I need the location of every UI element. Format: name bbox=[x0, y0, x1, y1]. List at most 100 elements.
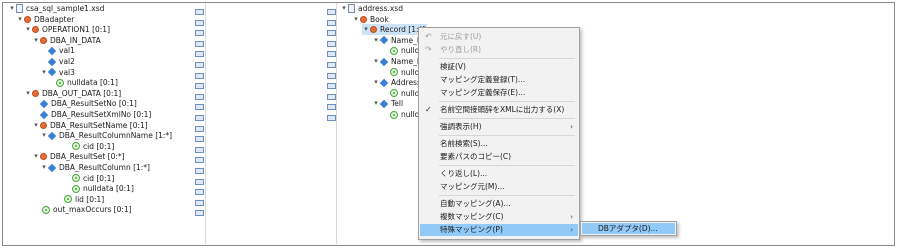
expand-down-icon[interactable]: ▾ bbox=[16, 14, 24, 25]
expand-down-icon[interactable]: ▾ bbox=[340, 3, 348, 14]
tree-row[interactable]: ▾ DBA_IN_DATA bbox=[32, 35, 100, 46]
element-icon bbox=[47, 131, 57, 140]
mapping-port[interactable] bbox=[195, 72, 204, 79]
menu-item-auto-mapping[interactable]: 自動マッピング(A)... bbox=[420, 198, 578, 210]
mapping-port[interactable] bbox=[195, 104, 204, 111]
mapping-port[interactable] bbox=[327, 40, 336, 47]
mapping-port[interactable] bbox=[327, 51, 336, 58]
tree-row[interactable]: ▾ val3 bbox=[40, 67, 75, 78]
mapping-port[interactable] bbox=[195, 62, 204, 68]
mapping-port[interactable] bbox=[195, 146, 204, 153]
tree-row[interactable]: ▾ DBA_ResultSet [0:*] bbox=[32, 151, 124, 162]
mapping-port[interactable] bbox=[327, 9, 336, 15]
mapping-port[interactable] bbox=[327, 19, 336, 26]
tree-row[interactable]: ▾ Tell bbox=[372, 98, 403, 109]
element-group-icon bbox=[32, 89, 39, 97]
file-name-label: address.xsd bbox=[358, 4, 403, 13]
menu-item-mapping-source[interactable]: マッピング元(M)... bbox=[420, 181, 578, 193]
tree-row-file[interactable]: ▾ csa_sql_sample1.xsd bbox=[8, 3, 104, 14]
menu-item-highlight[interactable]: 強調表示(H) › bbox=[420, 121, 578, 133]
tree-row[interactable]: cid [0:1] bbox=[72, 173, 114, 184]
mapping-port[interactable] bbox=[195, 125, 204, 132]
tree-row[interactable]: ▾ DBA_ResultColumnName [1:*] bbox=[40, 130, 172, 141]
expand-down-icon[interactable]: ▾ bbox=[32, 151, 40, 162]
menu-separator bbox=[439, 165, 575, 166]
attribute-icon bbox=[72, 142, 80, 151]
tree-row[interactable]: DBA_ResultSetXmlNo [0:1] bbox=[39, 109, 151, 120]
menu-item-repeat[interactable]: くり返し(L)... bbox=[420, 168, 578, 180]
mapping-port[interactable] bbox=[195, 115, 204, 121]
menu-item-search-name[interactable]: 名前検索(S)... bbox=[420, 138, 578, 150]
menu-item-label: 強調表示(H) bbox=[440, 122, 482, 131]
menu-item-undo[interactable]: ↶ 元に戻す(U) bbox=[420, 31, 578, 43]
mapping-port[interactable] bbox=[195, 83, 204, 90]
tree-row[interactable]: val1 bbox=[47, 45, 75, 56]
element-icon bbox=[39, 99, 49, 109]
mapping-port[interactable] bbox=[195, 136, 204, 143]
tree-row[interactable]: ▾ Address bbox=[372, 77, 421, 88]
mapping-port[interactable] bbox=[195, 40, 204, 47]
menu-item-db-adapter[interactable]: DBアダプタ(D)... bbox=[582, 223, 675, 234]
tree-row-file[interactable]: ▾ address.xsd bbox=[340, 3, 403, 14]
mapping-port[interactable] bbox=[327, 62, 336, 68]
mapping-port[interactable] bbox=[195, 157, 204, 164]
menu-item-multi-mapping[interactable]: 複数マッピング(C) › bbox=[420, 211, 578, 223]
tree-row[interactable]: DBA_ResultSetNo [0:1] bbox=[39, 98, 137, 109]
expand-down-icon[interactable]: ▾ bbox=[8, 3, 16, 14]
mapping-port[interactable] bbox=[195, 199, 204, 206]
mapping-port[interactable] bbox=[327, 30, 336, 37]
menu-item-output-namespace-prefix[interactable]: ✓ 名前空間接頭辞をXMLに出力する(X) bbox=[420, 104, 578, 116]
tree-row[interactable]: val2 bbox=[47, 56, 75, 67]
element-group-icon bbox=[360, 15, 367, 23]
tree-row[interactable]: cid [0:1] bbox=[72, 141, 114, 152]
expand-down-icon[interactable]: ▾ bbox=[40, 67, 48, 78]
menu-item-special-mapping[interactable]: 特殊マッピング(P) › bbox=[420, 224, 578, 236]
element-group-icon bbox=[24, 15, 31, 23]
tree-row-dbadapter[interactable]: ▾ DBadapter bbox=[16, 14, 74, 25]
menu-item-save-definition[interactable]: マッピング定義保存(E)... bbox=[420, 87, 578, 99]
mapping-port[interactable] bbox=[327, 72, 336, 79]
attribute-icon bbox=[390, 68, 398, 77]
menu-item-register-definition[interactable]: マッピング定義登録(T)... bbox=[420, 74, 578, 86]
mapping-port[interactable] bbox=[195, 93, 204, 100]
mapping-port[interactable] bbox=[195, 210, 204, 217]
menu-item-copy-element-path[interactable]: 要素パスのコピー(C) bbox=[420, 151, 578, 163]
expand-down-icon[interactable]: ▾ bbox=[32, 35, 40, 46]
expand-down-icon[interactable]: ▾ bbox=[32, 120, 40, 131]
tree-row[interactable]: ▾ DBA_ResultSetName [0:1] bbox=[32, 120, 148, 131]
expand-down-icon[interactable]: ▾ bbox=[352, 14, 360, 25]
mapping-port[interactable] bbox=[327, 83, 336, 90]
redo-icon: ↷ bbox=[425, 45, 432, 54]
mapping-port[interactable] bbox=[327, 93, 336, 100]
tree-row[interactable]: ▾ DBA_ResultColumn [1:*] bbox=[40, 162, 150, 173]
attribute-icon bbox=[390, 46, 398, 55]
expand-down-icon[interactable]: ▾ bbox=[24, 88, 32, 99]
mapping-port[interactable] bbox=[327, 104, 336, 111]
submenu-arrow-icon: › bbox=[570, 123, 573, 131]
tree-row[interactable]: nulldata [0:1] bbox=[56, 77, 118, 88]
mapping-port[interactable] bbox=[195, 9, 204, 15]
mapping-port[interactable] bbox=[195, 189, 204, 196]
attribute-icon bbox=[72, 174, 80, 183]
menu-item-validate[interactable]: 検証(V) bbox=[420, 61, 578, 73]
tree-node-label: val2 bbox=[59, 57, 75, 66]
mapping-port[interactable] bbox=[195, 168, 204, 174]
tree-row[interactable]: lid [0:1] bbox=[64, 194, 104, 205]
tree-row[interactable]: ▾ OPERATION1 [0:1] bbox=[24, 24, 110, 35]
tree-row[interactable]: ▾ Book bbox=[352, 14, 388, 25]
tree-row[interactable]: out_maxOccurs [0:1] bbox=[42, 204, 132, 215]
mapping-port[interactable] bbox=[195, 19, 204, 26]
mapping-port[interactable] bbox=[195, 51, 204, 58]
tree-row[interactable]: nulldata [0:1] bbox=[72, 183, 134, 194]
expand-down-icon[interactable]: ▾ bbox=[362, 24, 370, 35]
menu-item-label: 検証(V) bbox=[440, 62, 466, 71]
mapping-port[interactable] bbox=[195, 30, 204, 37]
tree-row[interactable]: ▾ DBA_OUT_DATA [0:1] bbox=[24, 88, 121, 99]
mapping-port[interactable] bbox=[195, 178, 204, 185]
mapping-port[interactable] bbox=[327, 115, 336, 121]
menu-separator bbox=[439, 58, 575, 59]
expand-down-icon[interactable]: ▾ bbox=[372, 35, 380, 46]
checkmark-icon: ✓ bbox=[425, 105, 432, 114]
expand-down-icon[interactable]: ▾ bbox=[24, 24, 32, 35]
menu-item-redo[interactable]: ↷ やり直し(R) bbox=[420, 44, 578, 56]
